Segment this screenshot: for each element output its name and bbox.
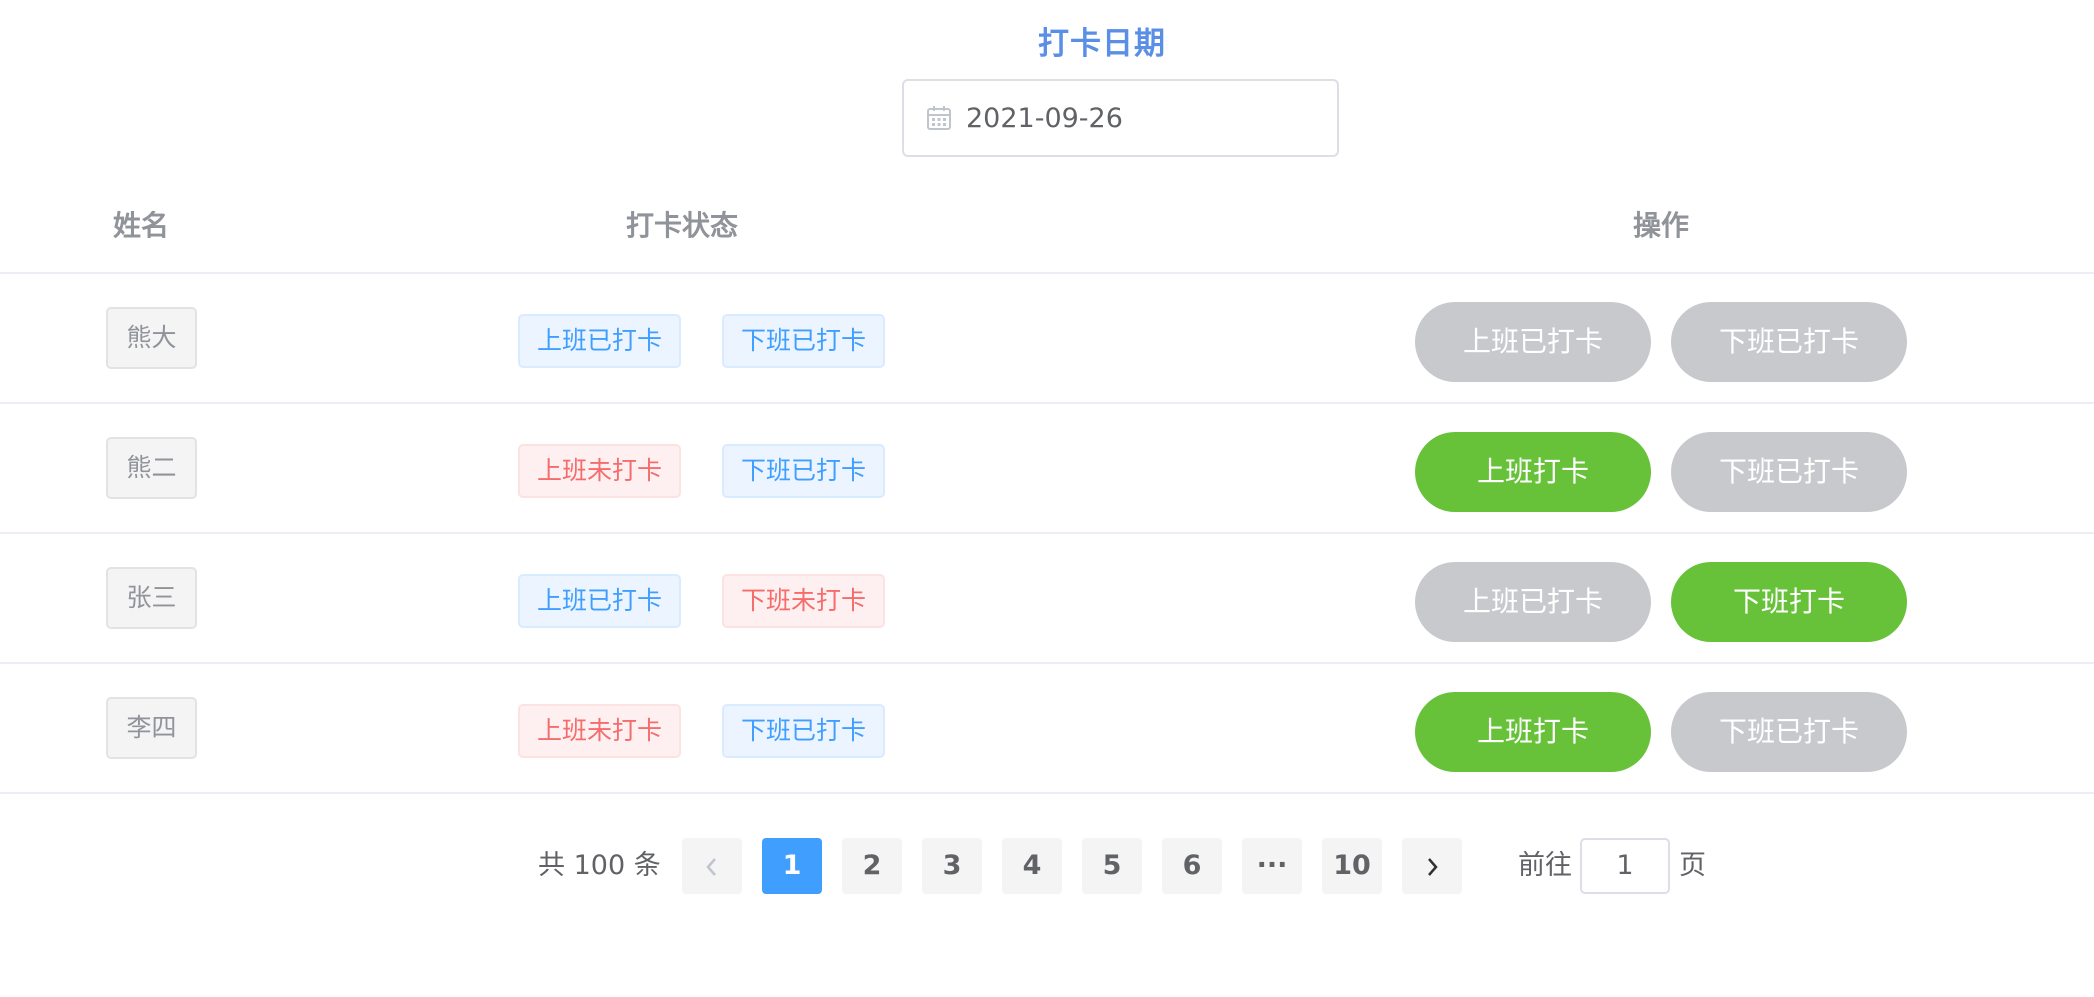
pm-checkin-button[interactable]: 下班已打卡	[1671, 692, 1907, 772]
am-status-tag: 上班已打卡	[518, 574, 681, 628]
goto-suffix: 页	[1679, 850, 1706, 881]
am-checkin-button[interactable]: 上班已打卡	[1415, 302, 1651, 382]
table-row: 张三 上班已打卡 下班未打卡 上班已打卡 下班打卡	[0, 534, 2094, 664]
pm-status-tag: 下班未打卡	[722, 574, 885, 628]
page-button-1[interactable]: 1	[762, 838, 822, 894]
employee-name: 张三	[106, 567, 197, 629]
employee-name: 李四	[106, 697, 197, 759]
column-header-status: 打卡状态	[626, 209, 739, 242]
employee-name: 熊二	[106, 437, 197, 499]
chevron-left-icon	[706, 857, 716, 876]
table-row: 熊二 上班未打卡 下班已打卡 上班打卡 下班已打卡	[0, 404, 2094, 534]
calendar-icon	[926, 105, 952, 131]
pm-checkin-button[interactable]: 下班打卡	[1671, 562, 1907, 642]
am-checkin-button[interactable]: 上班打卡	[1415, 432, 1651, 512]
attendance-table: 姓名 打卡状态 操作 熊大 上班已打卡 下班已打卡 上班已打卡 下班已打卡 熊二…	[0, 180, 2094, 794]
page-button-6[interactable]: 6	[1162, 838, 1222, 894]
column-header-name: 姓名	[113, 209, 170, 242]
page-button-10[interactable]: 10	[1322, 838, 1382, 894]
prev-page-button[interactable]	[682, 838, 742, 894]
table-header: 姓名 打卡状态 操作	[0, 180, 2094, 274]
pm-checkin-button[interactable]: 下班已打卡	[1671, 432, 1907, 512]
goto-label: 前往	[1518, 850, 1572, 881]
pm-status-tag: 下班已打卡	[722, 444, 885, 498]
date-picker[interactable]: 2021-09-26	[902, 79, 1339, 157]
pagination: 共 100 条 1 2 3 4 5 6 ··· 10 前往 1 页	[0, 836, 2094, 896]
goto-page-input[interactable]: 1	[1580, 838, 1670, 894]
date-value: 2021-09-26	[966, 102, 1123, 134]
next-page-button[interactable]	[1402, 838, 1462, 894]
page-button-2[interactable]: 2	[842, 838, 902, 894]
am-status-tag: 上班已打卡	[518, 314, 681, 368]
pm-status-tag: 下班已打卡	[722, 314, 885, 368]
column-header-action: 操作	[1633, 209, 1690, 242]
am-checkin-button[interactable]: 上班已打卡	[1415, 562, 1651, 642]
page-title: 打卡日期	[1038, 26, 1166, 62]
more-pages-button[interactable]: ···	[1242, 838, 1302, 894]
am-status-tag: 上班未打卡	[518, 704, 681, 758]
chevron-right-icon	[1428, 857, 1438, 876]
pagination-total: 共 100 条	[538, 850, 661, 881]
page-button-3[interactable]: 3	[922, 838, 982, 894]
page-button-5[interactable]: 5	[1082, 838, 1142, 894]
employee-name: 熊大	[106, 307, 197, 369]
am-checkin-button[interactable]: 上班打卡	[1415, 692, 1651, 772]
am-status-tag: 上班未打卡	[518, 444, 681, 498]
pm-checkin-button[interactable]: 下班已打卡	[1671, 302, 1907, 382]
table-row: 熊大 上班已打卡 下班已打卡 上班已打卡 下班已打卡	[0, 274, 2094, 404]
pm-status-tag: 下班已打卡	[722, 704, 885, 758]
page-button-4[interactable]: 4	[1002, 838, 1062, 894]
table-row: 李四 上班未打卡 下班已打卡 上班打卡 下班已打卡	[0, 664, 2094, 794]
